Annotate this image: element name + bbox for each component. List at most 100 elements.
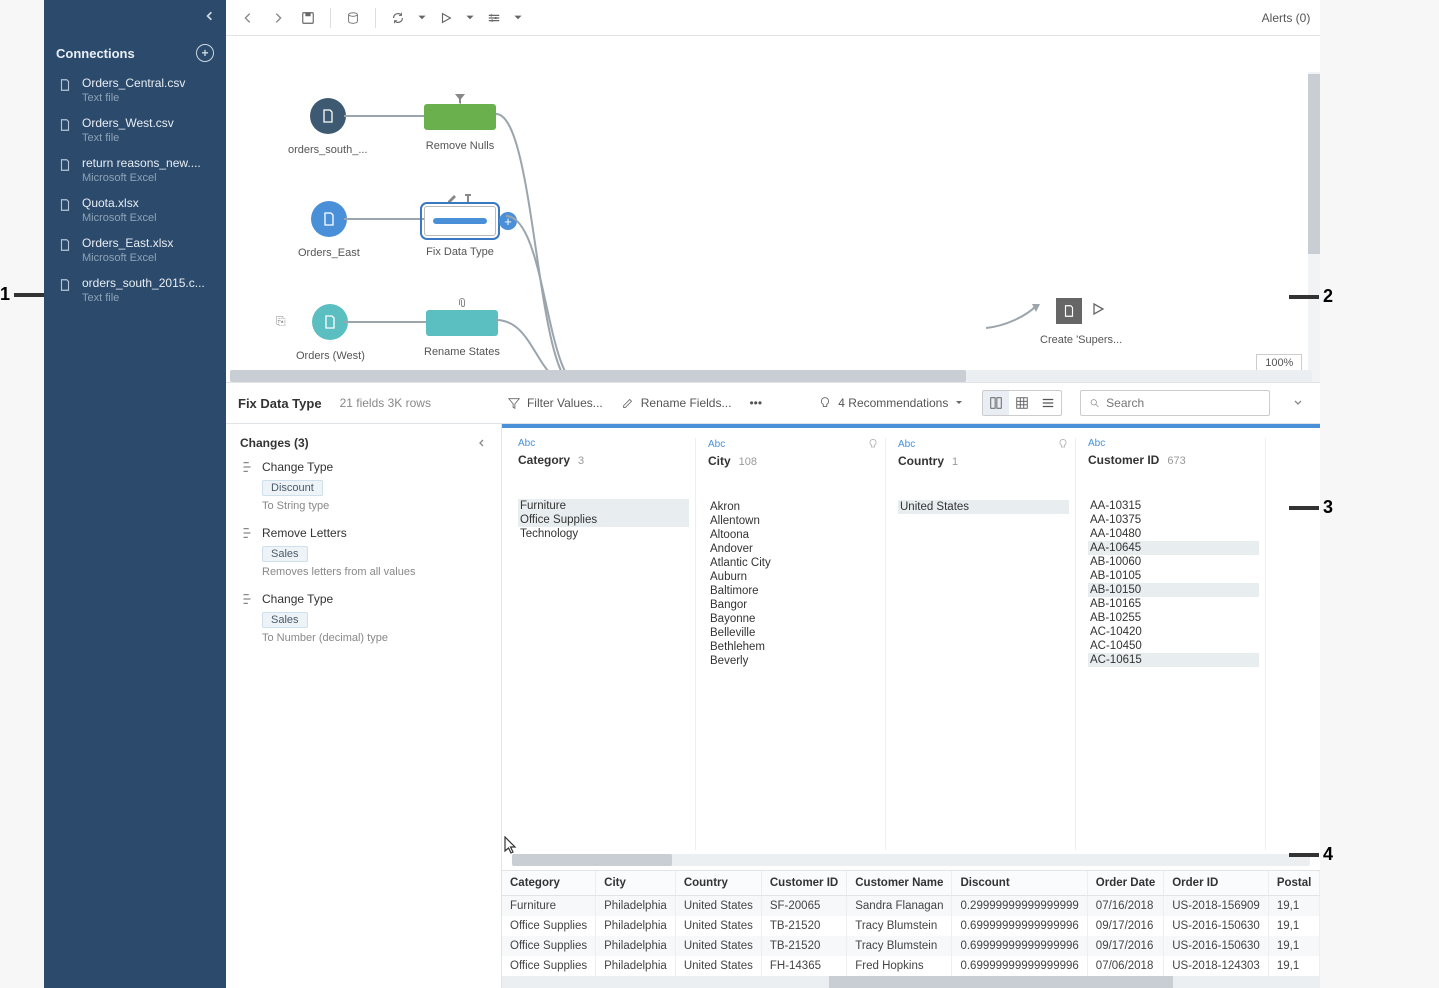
flow-input-node[interactable]: Orders_East [298, 201, 360, 259]
flow-input-node[interactable]: ⎘ Orders (West) [296, 304, 365, 362]
profile-value[interactable]: Bayonne [708, 612, 879, 626]
more-options-button[interactable]: ••• [749, 396, 762, 410]
run-dropdown[interactable] [464, 6, 476, 30]
profile-card[interactable]: AbcCustomer ID673AA-10315AA-10375AA-1048… [1082, 438, 1266, 850]
flow-step-label: Remove Nulls [426, 140, 494, 152]
settings-dropdown[interactable] [512, 6, 524, 30]
profile-value[interactable]: Auburn [708, 570, 879, 584]
connection-item[interactable]: Orders_West.csvText file [44, 110, 226, 150]
rename-fields-button[interactable]: Rename Fields... [621, 396, 732, 410]
flow-step[interactable]: Remove Nulls [424, 92, 496, 152]
flow-canvas[interactable]: orders_south_... Orders_East ⎘ Orders (W… [226, 36, 1320, 382]
back-button[interactable] [236, 6, 260, 30]
profile-value[interactable]: Altoona [708, 528, 879, 542]
profile-value[interactable]: AB-10105 [1088, 569, 1259, 583]
change-description: To String type [262, 500, 333, 512]
grid-header[interactable]: Order ID [1164, 871, 1269, 896]
profile-value[interactable]: Atlantic City [708, 556, 879, 570]
profile-view-button[interactable] [983, 391, 1009, 415]
connection-item[interactable]: Quota.xlsxMicrosoft Excel [44, 190, 226, 230]
filter-values-button[interactable]: Filter Values... [507, 396, 603, 410]
connection-item[interactable]: Orders_East.xlsxMicrosoft Excel [44, 230, 226, 270]
recommendations-button[interactable]: 4 Recommendations [818, 396, 964, 410]
profile-value[interactable]: Bethlehem [708, 640, 879, 654]
flow-step-selected[interactable]: + Fix Data Type [424, 192, 496, 258]
collapse-changes-icon[interactable] [477, 438, 487, 448]
profile-value[interactable]: AB-10060 [1088, 555, 1259, 569]
profile-value[interactable]: Furniture [518, 499, 689, 513]
flow-vertical-scrollbar[interactable] [1308, 72, 1320, 382]
grid-cell: Philadelphia [596, 956, 676, 976]
grid-horizontal-scrollbar[interactable] [502, 976, 1320, 988]
profile-value[interactable]: AA-10480 [1088, 527, 1259, 541]
profile-value[interactable]: Akron [708, 500, 879, 514]
alerts-link[interactable]: Alerts (0) [1262, 11, 1311, 25]
profile-value[interactable]: AC-10450 [1088, 639, 1259, 653]
grid-header[interactable]: City [596, 871, 676, 896]
field-count: 673 [1167, 455, 1185, 467]
profile-value[interactable]: Allentown [708, 514, 879, 528]
profile-value[interactable]: AA-10375 [1088, 513, 1259, 527]
grid-cell: US-2016-150630 [1164, 936, 1269, 956]
grid-header[interactable]: Category [502, 871, 596, 896]
profile-value[interactable]: Bangor [708, 598, 879, 612]
profile-value[interactable]: AC-10615 [1088, 653, 1259, 667]
profile-value[interactable]: AA-10315 [1088, 499, 1259, 513]
connection-type: Microsoft Excel [82, 252, 212, 264]
profile-value[interactable]: AB-10255 [1088, 611, 1259, 625]
profile-value[interactable]: Baltimore [708, 584, 879, 598]
profile-value[interactable]: Office Supplies [518, 513, 689, 527]
profile-card[interactable]: AbcCity108AkronAllentownAltoonaAndoverAt… [702, 438, 886, 850]
profile-value[interactable]: Beverly [708, 654, 879, 668]
table-row[interactable]: FurniturePhiladelphiaUnited StatesSF-200… [502, 896, 1320, 917]
view-toggle[interactable] [982, 390, 1062, 416]
settings-button[interactable] [482, 6, 506, 30]
list-view-button[interactable] [1035, 391, 1061, 415]
profile-value[interactable]: AB-10150 [1088, 583, 1259, 597]
flow-output-node[interactable]: Create 'Supers... [1040, 298, 1122, 346]
change-item[interactable]: Change TypeDiscountTo String type [240, 460, 487, 512]
profile-value[interactable]: AA-10645 [1088, 541, 1259, 555]
profile-horizontal-scrollbar[interactable] [512, 854, 1310, 866]
change-item[interactable]: Remove LettersSalesRemoves letters from … [240, 526, 487, 578]
grid-header[interactable]: Country [675, 871, 761, 896]
table-row[interactable]: Office SuppliesPhiladelphiaUnited States… [502, 936, 1320, 956]
database-button[interactable] [341, 6, 365, 30]
refresh-button[interactable] [386, 6, 410, 30]
collapse-profile-button[interactable] [1288, 397, 1308, 409]
grid-header[interactable]: Postal [1268, 871, 1320, 896]
profile-value[interactable]: AB-10165 [1088, 597, 1259, 611]
profile-value[interactable]: Technology [518, 527, 689, 541]
change-item[interactable]: Change TypeSalesTo Number (decimal) type [240, 592, 487, 644]
search-field[interactable] [1080, 390, 1270, 416]
connection-item[interactable]: Orders_Central.csvText file [44, 70, 226, 110]
data-grid[interactable]: CategoryCityCountryCustomer IDCustomer N… [502, 870, 1320, 988]
profile-value[interactable]: Andover [708, 542, 879, 556]
forward-button[interactable] [266, 6, 290, 30]
flow-horizontal-scrollbar[interactable] [230, 370, 1312, 382]
table-row[interactable]: Office SuppliesPhiladelphiaUnited States… [502, 956, 1320, 976]
changes-header: Changes (3) [240, 436, 309, 450]
grid-header[interactable]: Customer ID [761, 871, 846, 896]
grid-header[interactable]: Discount [952, 871, 1087, 896]
flow-step[interactable]: Rename States [424, 296, 500, 358]
connection-item[interactable]: orders_south_2015.c...Text file [44, 270, 226, 310]
search-input[interactable] [1106, 396, 1261, 410]
refresh-dropdown[interactable] [416, 6, 428, 30]
profile-card[interactable]: AbcCategory3FurnitureOffice SuppliesTech… [512, 438, 696, 850]
profile-value[interactable]: United States [898, 500, 1069, 514]
add-connection-button[interactable]: + [196, 44, 214, 62]
run-button[interactable] [434, 6, 458, 30]
grid-header[interactable]: Customer Name [847, 871, 952, 896]
grid-header[interactable]: Order Date [1087, 871, 1163, 896]
connection-item[interactable]: return reasons_new....Microsoft Excel [44, 150, 226, 190]
run-output-button[interactable] [1090, 301, 1106, 322]
profile-value[interactable]: Belleville [708, 626, 879, 640]
table-row[interactable]: Office SuppliesPhiladelphiaUnited States… [502, 916, 1320, 936]
profile-value[interactable]: AC-10420 [1088, 625, 1259, 639]
flow-input-node[interactable]: orders_south_... [288, 98, 368, 156]
profile-card[interactable]: AbcCountry1United States [892, 438, 1076, 850]
grid-view-button[interactable] [1009, 391, 1035, 415]
save-button[interactable] [296, 6, 320, 30]
collapse-sidebar-icon[interactable] [202, 9, 216, 28]
